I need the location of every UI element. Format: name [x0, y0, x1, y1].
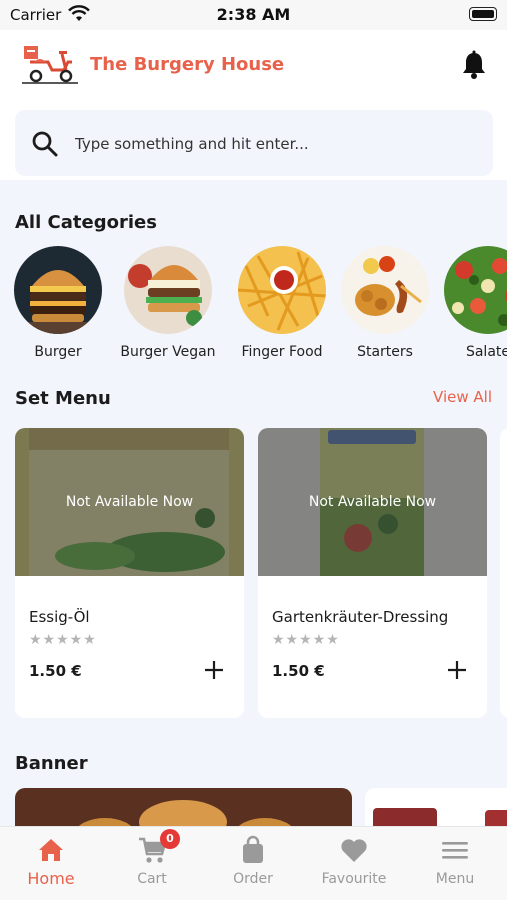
category-burger[interactable]: Burger [3, 246, 113, 360]
brand-name: The Burgery House [90, 54, 285, 75]
add-to-cart-plus-icon[interactable] [445, 658, 469, 682]
add-to-cart-plus-icon[interactable] [202, 658, 226, 682]
availability-label: Not Available Now [308, 494, 437, 510]
app-header: The Burgery House [0, 30, 507, 180]
cart-count-badge: 0 [160, 829, 180, 849]
home-icon [39, 839, 63, 861]
category-finger-food[interactable]: Finger Food [227, 246, 337, 360]
heart-icon [341, 839, 367, 862]
nav-favourite[interactable]: Favourite [304, 835, 404, 887]
category-salate-image [444, 246, 507, 334]
category-label: Starters [357, 344, 413, 360]
nav-cart[interactable]: 0 Cart [102, 829, 202, 887]
nav-label: Menu [435, 871, 475, 887]
bottom-navigation: Home 0 Cart Order Favourite Menu [0, 826, 507, 900]
availability-label: Not Available Now [65, 494, 194, 510]
menu-card[interactable]: Not Available Now Essig-Öl ★★★★★ 1.50 € [15, 428, 244, 718]
nav-label: Favourite [321, 871, 387, 887]
category-label: Burger [34, 344, 82, 360]
product-name: Gartenkräuter-Dressing [272, 608, 449, 626]
category-burger-image [14, 246, 102, 334]
category-starters-image [341, 246, 429, 334]
nav-home[interactable]: Home [1, 835, 101, 888]
banner-image[interactable] [15, 788, 352, 828]
view-all-link[interactable]: View All [433, 388, 492, 406]
menu-card[interactable]: Not Available Now Gartenkräuter-Dressing… [258, 428, 487, 718]
category-label: Burger Vegan [120, 344, 216, 360]
banner-carousel[interactable] [0, 788, 507, 828]
category-label: Finger Food [241, 344, 323, 360]
category-burger-vegan-image [124, 246, 212, 334]
category-starters[interactable]: Starters [330, 246, 440, 360]
battery-icon [469, 7, 497, 21]
search-icon [32, 131, 58, 157]
nav-label: Order [233, 871, 273, 887]
delivery-scooter-logo [22, 46, 78, 84]
search-input[interactable] [75, 132, 475, 156]
menu-card-peek[interactable] [500, 428, 507, 718]
nav-label: Cart [137, 871, 167, 887]
clock: 2:38 AM [216, 5, 291, 24]
rating-stars: ★★★★★ [29, 632, 97, 648]
search-bar[interactable] [15, 110, 493, 176]
category-finger-food-image [237, 246, 327, 334]
set-menu-carousel[interactable]: Not Available Now Essig-Öl ★★★★★ 1.50 € … [0, 428, 507, 720]
banner-image[interactable] [365, 788, 507, 828]
bag-icon [243, 835, 263, 863]
category-burger-vegan[interactable]: Burger Vegan [113, 246, 223, 360]
menu-icon [442, 842, 468, 859]
categories-row[interactable]: Burger Burger Vegan Finger Food Starters… [0, 246, 507, 366]
category-salate[interactable]: Salate [433, 246, 507, 360]
product-price: 1.50 € [29, 662, 82, 680]
category-label: Salate [465, 344, 507, 360]
banner-title: Banner [15, 753, 88, 774]
nav-menu[interactable]: Menu [405, 835, 505, 887]
set-menu-title: Set Menu [15, 388, 111, 409]
notification-bell-icon[interactable] [461, 50, 487, 80]
nav-order[interactable]: Order [203, 835, 303, 887]
rating-stars: ★★★★★ [272, 632, 340, 648]
product-name: Essig-Öl [29, 608, 90, 626]
product-price: 1.50 € [272, 662, 325, 680]
status-bar: Carrier 2:38 AM [0, 0, 507, 30]
nav-label: Home [27, 869, 75, 888]
categories-title: All Categories [15, 212, 157, 233]
